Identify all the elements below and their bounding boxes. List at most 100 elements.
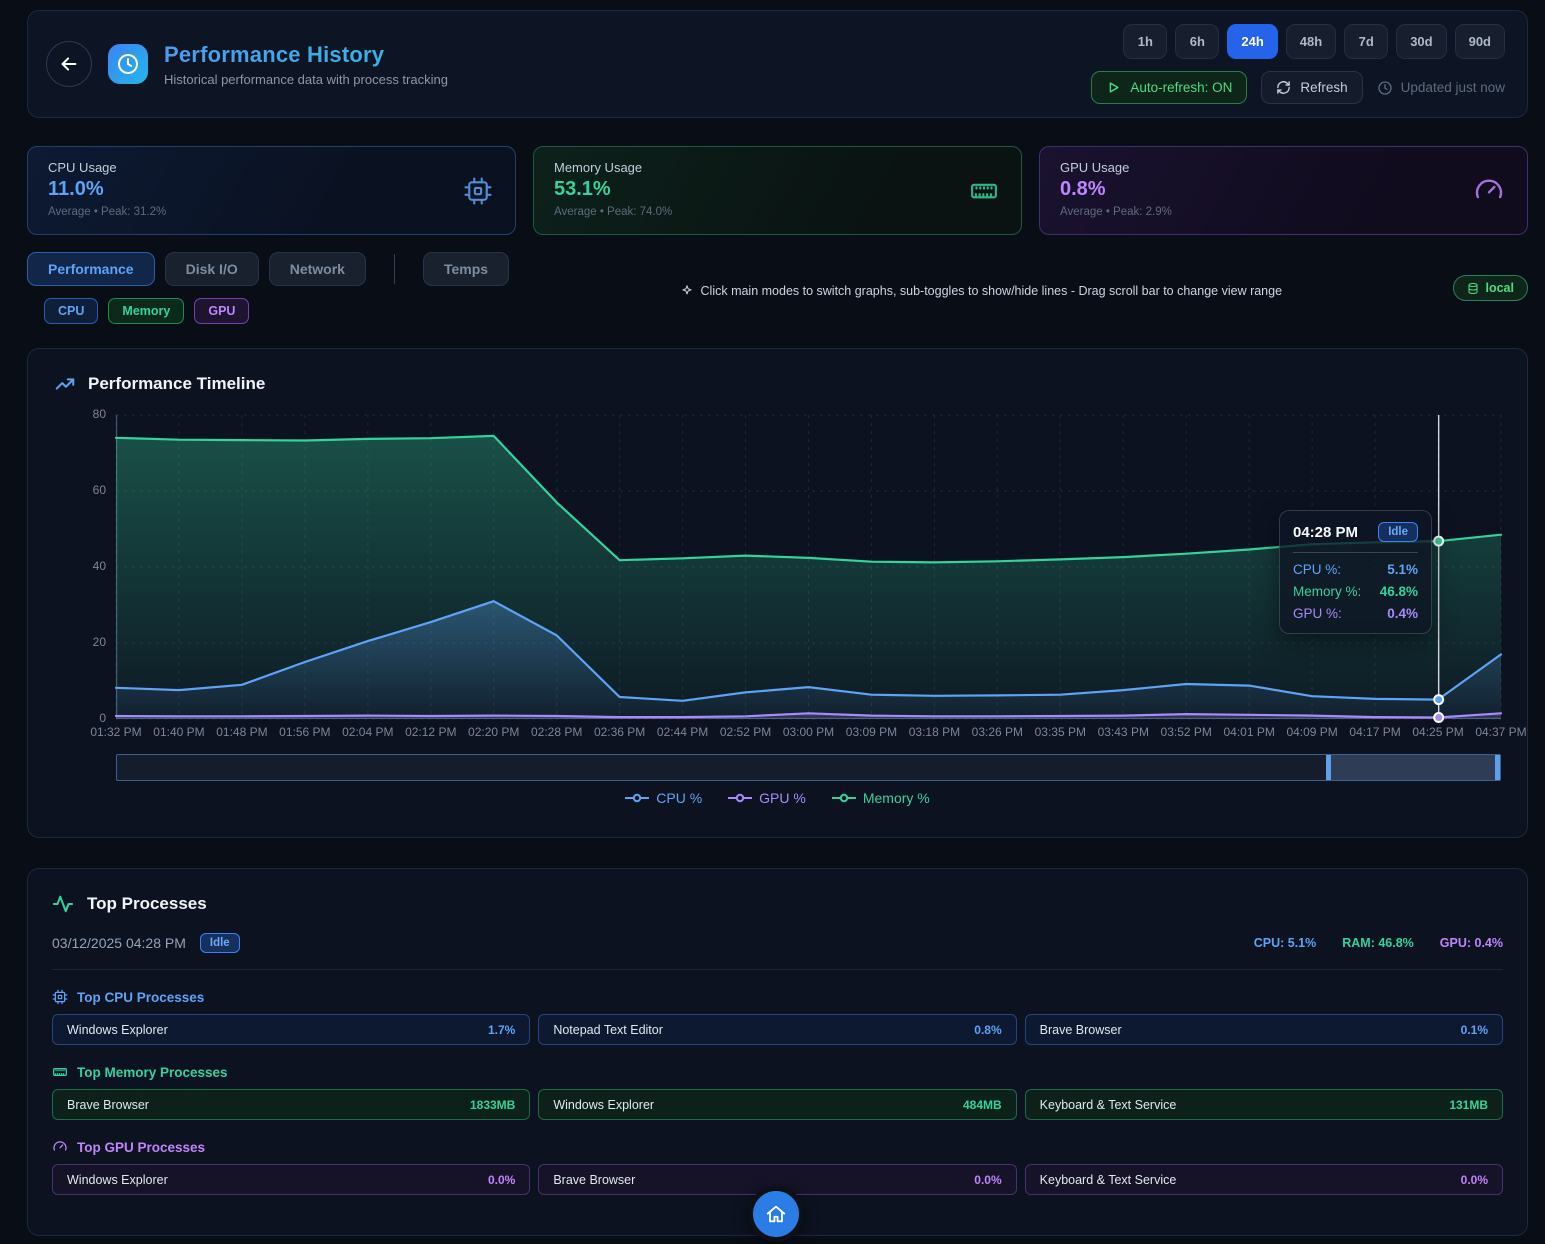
legend-marker-icon [728, 793, 752, 803]
x-axis-tick: 02:20 PM [468, 725, 519, 739]
x-axis-tick: 02:28 PM [531, 725, 582, 739]
toggle-gpu[interactable]: GPU [194, 298, 249, 324]
process-row: Windows Explorer484MB [538, 1089, 1016, 1120]
tab-disk-io[interactable]: Disk I/O [165, 252, 259, 286]
top-gpu-processes-heading: Top GPU Processes [52, 1139, 1503, 1155]
page-title: Performance History [164, 42, 448, 68]
range-button-1h[interactable]: 1h [1123, 24, 1167, 59]
range-button-30d[interactable]: 30d [1396, 24, 1446, 59]
tab-network[interactable]: Network [269, 252, 366, 286]
y-axis-tick: 80 [93, 407, 106, 421]
chart-scrollbar-track[interactable] [116, 754, 1501, 781]
scrollbar-window[interactable] [1326, 755, 1500, 780]
range-button-7d[interactable]: 7d [1344, 24, 1388, 59]
clock-icon [116, 52, 140, 76]
refresh-icon [1276, 80, 1291, 95]
back-button[interactable] [46, 41, 92, 87]
legend-item-gpu[interactable]: GPU % [728, 790, 806, 806]
auto-refresh-toggle[interactable]: Auto-refresh: ON [1091, 71, 1247, 104]
modes-column: Performance Disk I/O Network Temps CPU M… [27, 252, 509, 324]
x-axis-tick: 01:32 PM [90, 725, 141, 739]
snapshot-timestamp: 03/12/2025 04:28 PM [52, 935, 186, 951]
x-axis-tick: 01:48 PM [216, 725, 267, 739]
play-icon [1106, 80, 1121, 95]
snapshot-summary: CPU: 5.1% RAM: 46.8% GPU: 0.4% [1254, 936, 1503, 950]
x-axis-tick: 04:25 PM [1412, 725, 1463, 739]
legend-item-cpu[interactable]: CPU % [625, 790, 702, 806]
top-processes-title-row: Top Processes [52, 893, 1503, 915]
activity-icon [52, 893, 74, 915]
tab-temps[interactable]: Temps [423, 252, 509, 286]
legend-marker-icon [625, 793, 649, 803]
refresh-button[interactable]: Refresh [1261, 71, 1362, 104]
x-axis-tick: 02:12 PM [405, 725, 456, 739]
usage-hint-text: Click main modes to switch graphs, sub-t… [701, 284, 1283, 298]
home-button[interactable] [748, 1186, 804, 1242]
tooltip-row-cpu: CPU %: 5.1% [1293, 562, 1418, 577]
process-row: Brave Browser1833MB [52, 1089, 530, 1120]
memory-usage-card: Memory Usage 53.1% Average • Peak: 74.0% [533, 146, 1022, 235]
sparkle-icon [680, 284, 694, 298]
tooltip-time: 04:28 PM [1293, 524, 1358, 541]
cpu-usage-label: CPU Usage [48, 160, 495, 175]
cpu-small-icon [52, 989, 68, 1005]
range-button-24h[interactable]: 24h [1227, 24, 1277, 59]
x-axis-tick: 04:09 PM [1286, 725, 1337, 739]
process-row: Keyboard & Text Service131MB [1025, 1089, 1503, 1120]
cpu-usage-value: 11.0% [48, 178, 495, 201]
top-processes-title: Top Processes [87, 894, 207, 914]
x-axis-tick: 01:40 PM [153, 725, 204, 739]
x-axis-labels: 01:32 PM01:40 PM01:48 PM01:56 PM02:04 PM… [116, 725, 1501, 743]
refresh-label: Refresh [1300, 80, 1347, 95]
tooltip-row-memory: Memory %: 46.8% [1293, 584, 1418, 599]
y-axis-tick: 0 [99, 711, 106, 725]
range-button-48h[interactable]: 48h [1286, 24, 1336, 59]
x-axis-tick: 03:26 PM [972, 725, 1023, 739]
range-button-90d[interactable]: 90d [1455, 24, 1505, 59]
x-axis-tick: 02:52 PM [720, 725, 771, 739]
top-memory-processes-heading: Top Memory Processes [52, 1064, 1503, 1080]
range-button-6h[interactable]: 6h [1175, 24, 1219, 59]
gpu-usage-label: GPU Usage [1060, 160, 1507, 175]
header-left: Performance History Historical performan… [46, 41, 448, 87]
chart-legend: CPU % GPU % Memory % [28, 790, 1527, 806]
gpu-usage-value: 0.8% [1060, 178, 1507, 201]
y-axis-tick: 60 [93, 483, 106, 497]
snapshot-status-badge: Idle [200, 933, 240, 953]
gauge-small-icon [52, 1139, 68, 1155]
x-axis-tick: 02:36 PM [594, 725, 645, 739]
updated-label: Updated just now [1401, 80, 1505, 95]
data-source-label: local [1486, 281, 1515, 295]
tab-divider [394, 254, 395, 284]
x-axis-tick: 03:00 PM [783, 725, 834, 739]
time-range-selector: 1h 6h 24h 48h 7d 30d 90d [1123, 24, 1505, 59]
top-processes-card: Top Processes 03/12/2025 04:28 PM Idle C… [27, 868, 1528, 1236]
tooltip-status-badge: Idle [1378, 522, 1418, 542]
scrollbar-handle-right[interactable] [1495, 755, 1500, 780]
top-cpu-process-list: Windows Explorer1.7% Notepad Text Editor… [52, 1014, 1503, 1045]
memory-small-icon [52, 1064, 68, 1080]
gpu-usage-footer: Average • Peak: 2.9% [1060, 206, 1507, 218]
chart-title-row: Performance Timeline [28, 349, 1527, 395]
tooltip-divider [1293, 552, 1418, 553]
gpu-usage-card: GPU Usage 0.8% Average • Peak: 2.9% [1039, 146, 1528, 235]
legend-item-memory[interactable]: Memory % [832, 790, 930, 806]
refresh-row: Auto-refresh: ON Refresh Updated just no… [1091, 71, 1505, 104]
x-axis-tick: 04:37 PM [1475, 725, 1526, 739]
updated-status: Updated just now [1377, 80, 1505, 96]
x-axis-tick: 03:52 PM [1161, 725, 1212, 739]
page-subtitle: Historical performance data with process… [164, 72, 448, 87]
data-source-badge: local [1453, 275, 1529, 301]
arrow-left-icon [58, 53, 80, 75]
controls-row: Performance Disk I/O Network Temps CPU M… [27, 252, 1528, 324]
x-axis-tick: 02:04 PM [342, 725, 393, 739]
scrollbar-handle-left[interactable] [1326, 755, 1331, 780]
process-row: Keyboard & Text Service0.0% [1025, 1164, 1503, 1195]
tab-performance[interactable]: Performance [27, 252, 155, 286]
toggle-memory[interactable]: Memory [108, 298, 184, 324]
chart-tooltip: 04:28 PM Idle CPU %: 5.1% Memory %: 46.8… [1279, 510, 1432, 634]
cpu-usage-card: CPU Usage 11.0% Average • Peak: 31.2% [27, 146, 516, 235]
toggle-cpu[interactable]: CPU [44, 298, 98, 324]
database-icon [1467, 282, 1479, 295]
gauge-icon [1473, 175, 1505, 207]
